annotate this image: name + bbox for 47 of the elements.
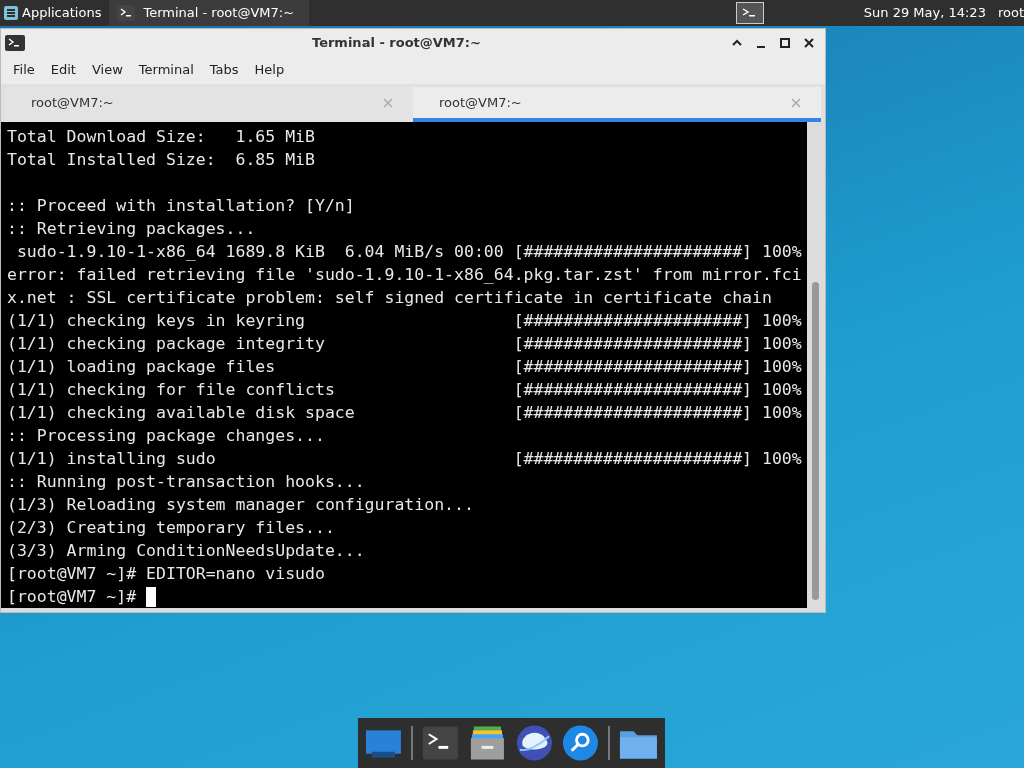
terminal-line: Total Download Size: 1.65 MiB [7,126,315,148]
tab-label: root@VM7:~ [31,93,114,112]
terminal-icon [5,34,25,51]
terminal-line: (3/3) Arming ConditionNeedsUpdate... [7,540,365,562]
terminal-line: Total Installed Size: 6.85 MiB [7,149,315,171]
terminal-line: (1/1) checking available disk space [######################] 100% [7,402,802,424]
menu-item[interactable]: File [5,58,43,82]
search-icon[interactable] [561,724,601,762]
terminal-line: (2/3) Creating temporary files... [7,517,335,539]
terminal-icon[interactable] [735,2,764,24]
terminal-line: :: Proceed with installation? [Y/n] [7,195,355,217]
scrollbar-thumb[interactable] [811,282,819,600]
terminal-icon[interactable] [420,724,460,762]
menu-item[interactable]: Terminal [130,58,202,82]
terminal-line: sudo-1.9.10-1-x86_64 1689.8 KiB 6.04 MiB/s 00:00 [######################] 100% [15,241,802,263]
menu-icon [4,6,18,20]
terminal-line: [root@VM7 ~]# EDITOR=nano visudo [7,563,325,585]
terminal-line: :: Running post-transaction hooks... [7,471,365,493]
tab-label: root@VM7:~ [439,93,522,112]
menu-item[interactable]: Edit [42,58,84,82]
terminal-line: x.net : SSL certificate problem: self signed certificate in certificate chain [7,287,772,309]
clock[interactable]: Sun 29 May, 14:23 [863,3,986,23]
applications-menu[interactable]: Applications [0,0,106,26]
window-title: Terminal - root@VM7:~ [312,33,481,52]
applications-label: Applications [22,4,102,23]
terminal-line: (1/1) installing sudo [######################] 100% [7,448,802,470]
close-button[interactable] [802,35,816,50]
terminal-line: error: failed retrieving file 'sudo-1.9.10-1-x86_64.pkg.tar.zst' from mirror.fci [7,264,802,286]
terminal-line: (1/1) checking for file conflicts [######################] 100% [7,379,802,401]
user-menu[interactable]: root [997,3,1024,23]
maximize-button[interactable] [778,35,792,50]
tab[interactable]: root@VM7:~ [413,87,821,122]
menu-item[interactable]: Help [246,58,293,82]
terminal-line: (1/1) loading package files [######################] 100% [7,356,802,378]
terminal-line: [root@VM7 ~]# [7,586,138,608]
terminal-line: (1/1) checking package integrity [######################] 100% [7,333,802,355]
globe-icon[interactable] [514,724,554,762]
terminal-icon [117,5,136,21]
terminal-line: (1/3) Reloading system manager configuration... [7,494,474,516]
menu-item[interactable]: View [83,58,131,82]
terminal-line: :: Processing package changes... [7,425,325,447]
terminal-output[interactable] [1,122,807,608]
terminal-line: (1/1) checking keys in keyring [######################] 100% [7,310,802,332]
taskbar-button[interactable]: Terminal - root@VM7:~ [109,0,310,26]
menu-item[interactable]: Tabs [201,58,247,82]
text-cursor [146,586,157,607]
terminal-line: :: Retrieving packages... [7,218,256,240]
